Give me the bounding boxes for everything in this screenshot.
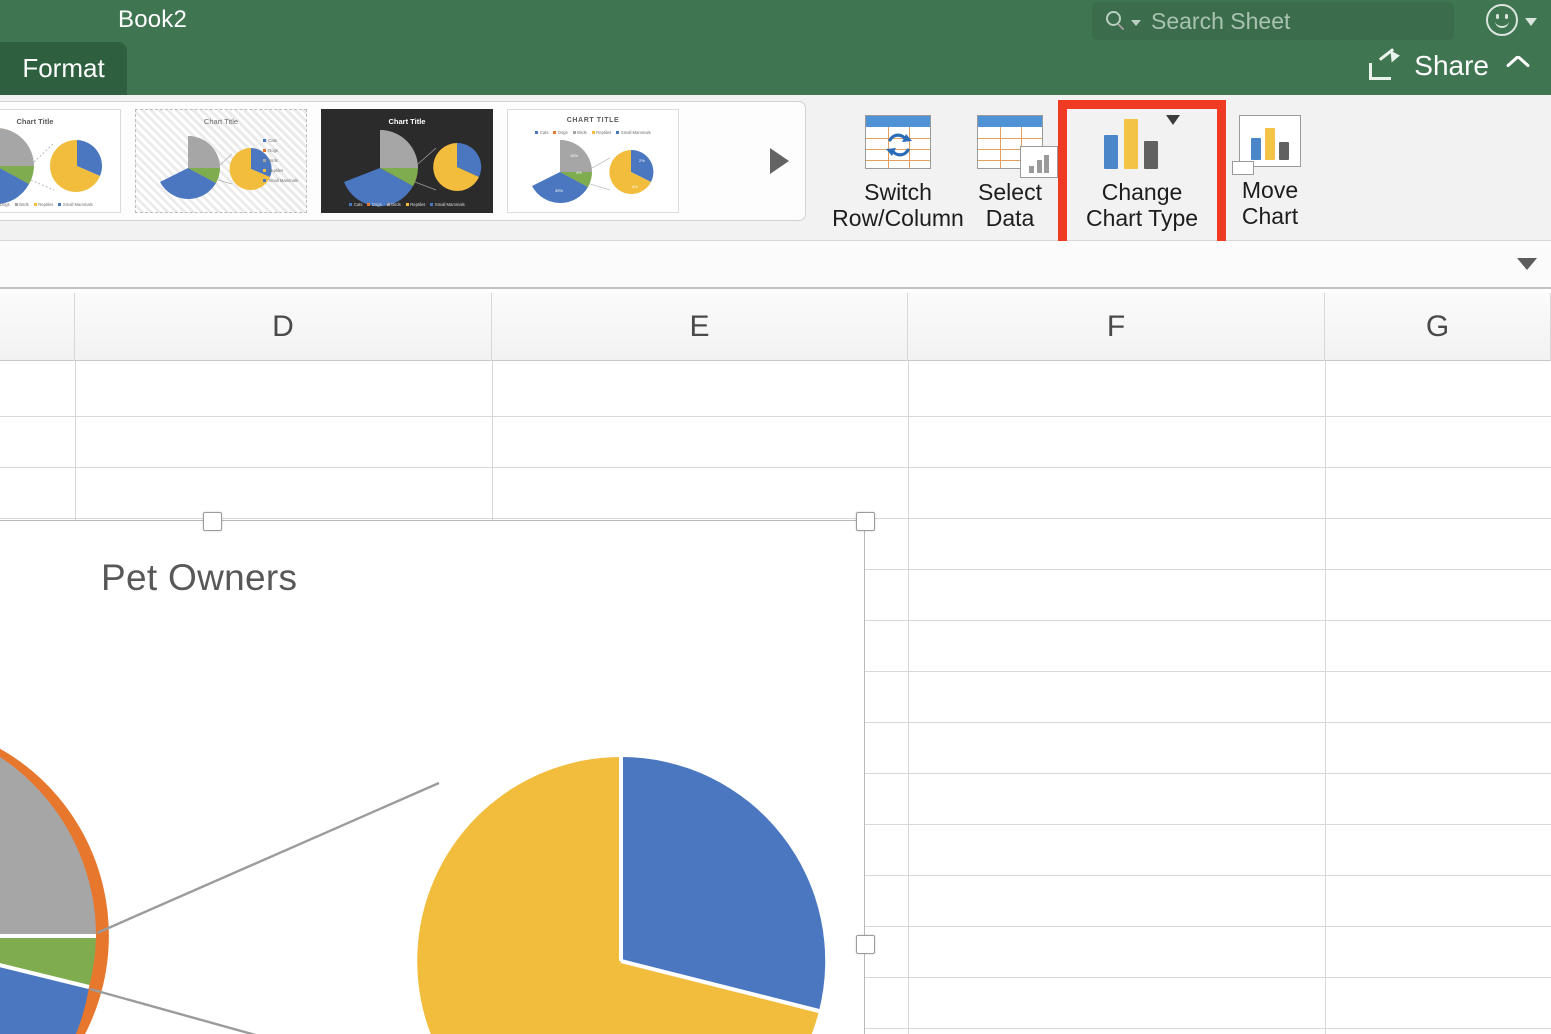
move-chart-icon [1232,115,1301,175]
legend-item: Birds [19,202,29,207]
title-bar: Book2 Search Sheet [0,0,1551,42]
chart-resize-handle-middle-right[interactable] [856,935,875,954]
gallery-scroll-right-icon[interactable] [770,148,789,174]
move-chart-button[interactable]: Move Chart [1208,103,1332,229]
column-header-g[interactable]: G [1325,293,1551,361]
change-chart-type-label-line1: Change [1101,179,1183,205]
svg-text:16%: 16% [570,153,578,158]
legend-item: Small Mammals [62,202,93,207]
change-chart-type-button[interactable]: Change Chart Type [1072,103,1212,231]
excel-window: Book2 Search Sheet Format Share Chart Ti… [0,0,1551,1034]
ribbon: Chart Title Cats Dogs Birds Reptiles [0,95,1551,241]
legend-item: Reptiles [410,202,426,207]
chevron-down-icon[interactable] [1166,115,1180,125]
legend-item: Birds [268,158,278,163]
chart-style-gallery[interactable]: Chart Title Cats Dogs Birds Reptiles [0,101,806,221]
tab-format[interactable]: Format [0,42,127,95]
switch-row-column-icon [865,115,931,169]
chart-resize-handle-top-center[interactable] [203,512,222,531]
move-chart-label-line1: Move [1241,177,1299,203]
thumbnail-pie-graphic [344,130,482,207]
bar-chart-icon [1104,115,1180,169]
select-data-button[interactable]: Select Data [948,103,1072,231]
switch-row-column-button[interactable]: Switch Row/Column [832,103,964,231]
switch-row-column-label-line2: Row/Column [832,205,964,231]
formula-bar-expand-icon[interactable] [1517,258,1537,270]
move-chart-label-line2: Chart [1241,203,1299,229]
select-data-label-line1: Select [978,179,1042,205]
legend-item: Dogs [0,202,10,207]
search-icon [1106,10,1127,32]
primary-pie [0,748,109,1034]
switch-row-column-label-line1: Switch [864,179,932,205]
search-input[interactable]: Search Sheet [1092,2,1454,40]
share-button[interactable]: Share [1368,48,1529,82]
formula-bar[interactable] [0,241,1551,289]
select-data-label-line2: Data [985,205,1035,231]
thumbnail-pie-graphic [0,128,103,204]
thumbnail-legend: Cats Dogs Birds Reptiles Small Mammals [322,202,492,207]
thumbnail-legend: Cats Dogs Birds Reptiles Small Mammals [263,138,298,183]
column-header-d[interactable]: D [75,293,492,361]
legend-item: Reptiles [38,202,54,207]
chart-style-thumbnail[interactable]: Chart Title Cats Dogs Birds Reptiles [321,109,493,213]
legend-item: Cats [353,202,363,207]
search-placeholder: Search Sheet [1151,7,1291,34]
share-arrow-icon [1368,48,1402,80]
legend-item: Reptiles [268,168,284,173]
chart-style-thumbnail[interactable]: CHART TITLE Cats Dogs Birds Reptiles Sma… [507,109,679,213]
account-menu[interactable] [1486,4,1537,36]
thumbnail-legend: Cats Dogs Birds Reptiles Small Mammals [0,202,120,207]
change-chart-type-label-line2: Chart Type [1085,205,1199,231]
chart-style-thumbnail[interactable]: Chart Title Cats Dogs Birds Reptiles [135,109,307,213]
svg-text:2%: 2% [639,158,645,163]
tab-format-label: Format [22,53,105,83]
select-data-icon [977,115,1058,178]
chevron-down-icon[interactable] [1525,18,1537,26]
share-label: Share [1414,50,1489,81]
legend-item: Small Mammals [434,202,465,207]
legend-item: Dogs [268,148,278,153]
column-header-f[interactable]: F [908,293,1325,361]
document-title: Book2 [118,6,188,33]
secondary-pie [417,756,826,1034]
chevron-up-icon[interactable] [1507,53,1529,75]
svg-text:4%: 4% [632,184,638,189]
thumbnail-pie-graphic: 41% 16% 4% 39% 2% 4% [532,140,654,204]
chevron-down-icon[interactable] [1131,19,1141,26]
smiley-face-icon [1486,4,1518,36]
chart-title[interactable]: Pet Owners [101,557,297,599]
legend-item: Dogs [371,202,382,207]
column-header-corner[interactable] [0,293,75,361]
ribbon-tab-bar: Format Share [0,42,1551,95]
chart-style-thumbnail[interactable]: Chart Title Cats Dogs Birds Reptiles [0,109,121,213]
column-header-row: D E F G [0,293,1551,361]
legend-item: Cats [268,138,277,143]
legend-item: Small Mammals [268,178,298,183]
chart-resize-handle-top-right[interactable] [856,512,875,531]
svg-text:41%: 41% [544,158,552,163]
svg-text:4%: 4% [576,170,582,175]
chart-object[interactable]: Pet Owners [0,512,875,1034]
legend-item: Birds [391,202,401,207]
svg-text:39%: 39% [555,188,563,193]
column-header-e[interactable]: E [492,293,908,361]
